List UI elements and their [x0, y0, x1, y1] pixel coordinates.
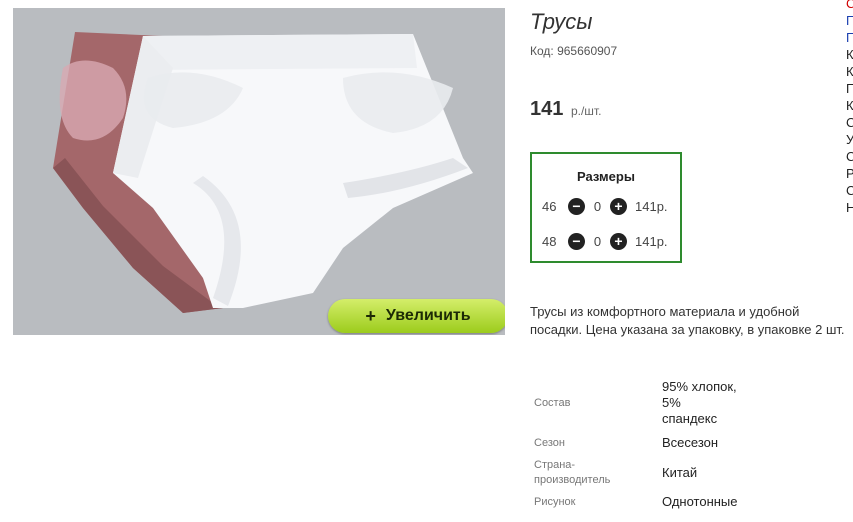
product-description: Трусы из комфортного материала и удобной… [530, 304, 845, 337]
qty-value: 0 [593, 198, 602, 214]
side-menu-link[interactable]: П [846, 80, 853, 97]
product-title: Трусы [530, 9, 593, 34]
minus-icon: − [572, 233, 581, 249]
attribute-row: Страна-производитель Китай [530, 458, 738, 488]
zoom-button[interactable]: + Увеличить [328, 299, 505, 333]
side-menu-link[interactable]: Н [846, 199, 853, 216]
size-row: 48 − 0 + 141р. [542, 231, 668, 251]
qty-value: 0 [593, 233, 602, 249]
product-image[interactable]: + Увеличить [13, 8, 505, 335]
attribute-key: Страна-производитель [534, 459, 611, 486]
size-price: 141р. [635, 198, 668, 214]
side-menu-link[interactable]: Р [846, 165, 853, 182]
side-menu-link[interactable]: К [846, 63, 853, 80]
attribute-value: Китай [662, 465, 698, 480]
side-menu-link[interactable]: У [846, 131, 853, 148]
price-value: 141 [530, 98, 564, 120]
attribute-value: 95% хлопок, 5% спандекс [662, 378, 738, 428]
price-unit: р./шт. [570, 104, 602, 118]
attribute-value: Всесезон [662, 435, 719, 450]
attribute-key: Рисунок [534, 496, 576, 508]
attribute-row: Сезон Всесезон [530, 428, 738, 458]
attribute-value-line: спандекс [662, 411, 718, 426]
plus-icon: + [614, 198, 623, 214]
side-menu: С П П К К П К С У С Р С Н [846, 0, 853, 216]
side-menu-link[interactable]: П [846, 12, 853, 29]
attribute-key: Состав [534, 397, 571, 409]
attribute-value-line: 95% хлопок, [662, 379, 737, 394]
side-menu-link[interactable]: С [846, 0, 853, 12]
side-menu-link[interactable]: К [846, 46, 853, 63]
increase-qty-button[interactable]: + [610, 232, 627, 250]
attribute-value-line: 5% [662, 395, 681, 410]
product-price: 141 р./шт. [530, 98, 601, 121]
plus-icon: + [365, 305, 376, 326]
attribute-key: Сезон [534, 437, 565, 449]
size-value: 48 [542, 233, 557, 249]
side-menu-link[interactable]: К [846, 97, 853, 114]
size-price: 141р. [635, 233, 668, 249]
zoom-button-label: Увеличить [385, 307, 471, 324]
attribute-value: Однотонные [662, 494, 738, 509]
attribute-row: Состав 95% хлопок, 5% спандекс [530, 378, 738, 428]
product-code: Код: 965660907 [530, 44, 618, 58]
decrease-qty-button[interactable]: − [568, 197, 585, 215]
sizes-title: Размеры [577, 169, 635, 184]
product-photo-illustration [53, 32, 473, 313]
attribute-row: Рисунок Однотонные [530, 488, 738, 516]
side-menu-link[interactable]: С [846, 148, 853, 165]
attributes-table: Состав 95% хлопок, 5% спандекс Сезон Все… [530, 378, 738, 516]
size-row: 46 − 0 + 141р. [542, 196, 668, 216]
side-menu-link[interactable]: П [846, 29, 853, 46]
side-menu-link[interactable]: С [846, 182, 853, 199]
sizes-box: Размеры 46 − 0 + 141р. 48 − 0 + 141р. [530, 152, 682, 263]
minus-icon: − [572, 198, 581, 214]
plus-icon: + [614, 233, 623, 249]
side-menu-link[interactable]: С [846, 114, 853, 131]
decrease-qty-button[interactable]: − [568, 232, 585, 250]
increase-qty-button[interactable]: + [610, 197, 627, 215]
size-value: 46 [542, 198, 557, 214]
